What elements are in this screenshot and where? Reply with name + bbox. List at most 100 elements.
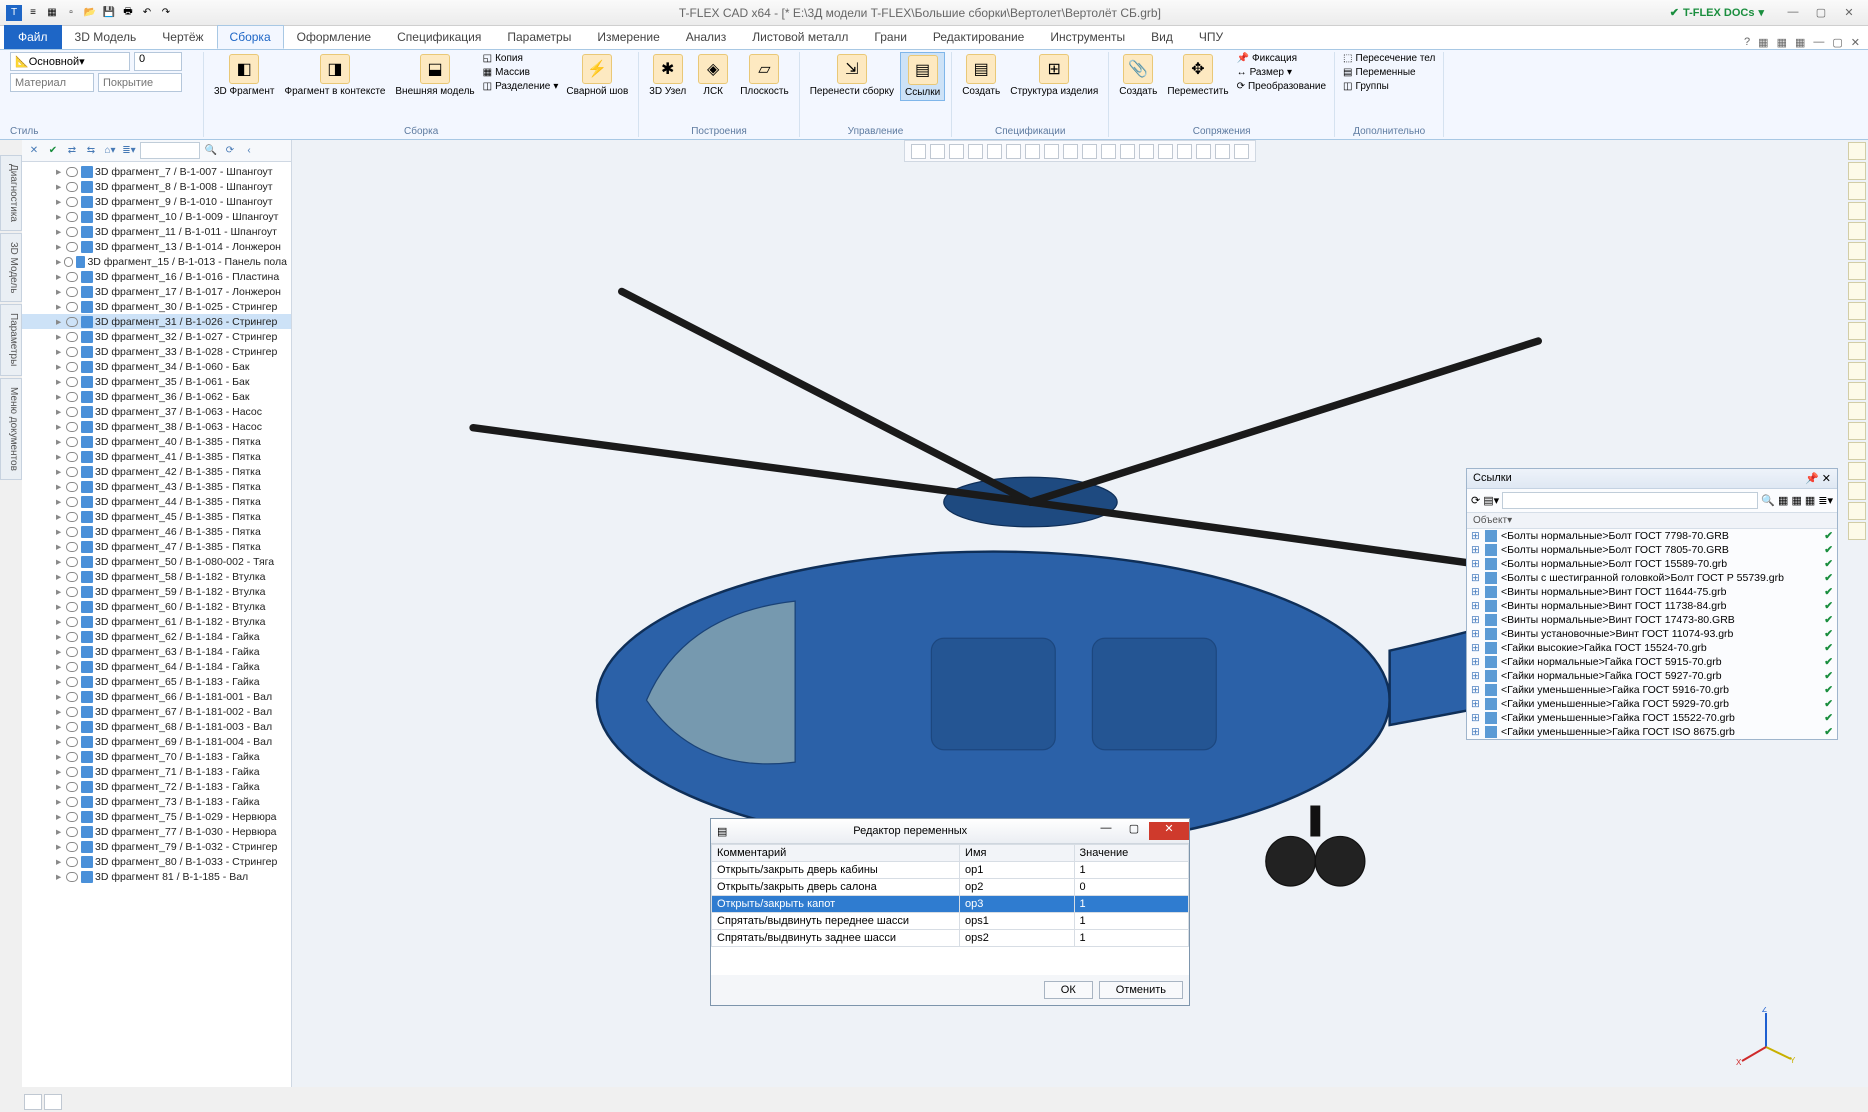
rt-ic-6[interactable] xyxy=(1848,242,1866,260)
qat-save-icon[interactable]: 💾 xyxy=(101,5,117,21)
var-cell-name[interactable]: op3 xyxy=(960,896,1074,913)
var-cell-value[interactable]: 1 xyxy=(1074,930,1189,947)
visibility-icon[interactable] xyxy=(66,692,78,702)
var-cell-comment[interactable]: Открыть/закрыть дверь кабины xyxy=(712,862,960,879)
var-row[interactable]: Открыть/закрыть дверь кабиныop11 xyxy=(712,862,1189,879)
visibility-icon[interactable] xyxy=(66,227,78,237)
tree-row[interactable]: ▸3D фрагмент_36 / B-1-062 - Бак xyxy=(22,389,291,404)
visibility-icon[interactable] xyxy=(66,197,78,207)
visibility-icon[interactable] xyxy=(66,752,78,762)
tree-row[interactable]: ▸3D фрагмент_34 / B-1-060 - Бак xyxy=(22,359,291,374)
tree-row[interactable]: ▸3D фрагмент_17 / B-1-017 - Лонжерон xyxy=(22,284,291,299)
visibility-icon[interactable] xyxy=(66,407,78,417)
tree-row[interactable]: ▸3D фрагмент_47 / B-1-385 - Пятка xyxy=(22,539,291,554)
maximize-button[interactable]: ▢ xyxy=(1810,6,1832,19)
btn-3d-node[interactable]: ✱3D Узел xyxy=(645,52,690,99)
btn-struct[interactable]: ⊞Структура изделия xyxy=(1006,52,1102,99)
tree-expand-icon[interactable]: ⇄ xyxy=(64,143,80,159)
visibility-icon[interactable] xyxy=(66,647,78,657)
vp-ic-12[interactable] xyxy=(1120,144,1135,159)
rt-ic-10[interactable] xyxy=(1848,322,1866,340)
ribbon-opt2-icon[interactable]: ▦ xyxy=(1777,36,1787,49)
tree-list-icon[interactable]: ≣▾ xyxy=(121,143,137,159)
rt-ic-5[interactable] xyxy=(1848,222,1866,240)
btn-vars[interactable]: ▤ Переменные xyxy=(1341,66,1437,79)
tree-row[interactable]: ▸3D фрагмент_61 / B-1-182 - Втулка xyxy=(22,614,291,629)
btn-weld[interactable]: ⚡Сварной шов xyxy=(562,52,632,99)
visibility-icon[interactable] xyxy=(66,452,78,462)
tree-row[interactable]: ▸3D фрагмент_70 / B-1-183 - Гайка xyxy=(22,749,291,764)
style-combo[interactable]: 📐 Основной ▾ xyxy=(10,52,130,71)
links-search-icon[interactable]: 🔍 xyxy=(1761,494,1775,507)
links-row[interactable]: ⊞<Гайки уменьшенные>Гайка ГОСТ ISO 8675.… xyxy=(1467,725,1837,739)
btn-move-asm[interactable]: ⇲Перенести сборку xyxy=(806,52,898,99)
links-list[interactable]: ⊞<Болты нормальные>Болт ГОСТ 7798-70.GRB… xyxy=(1467,529,1837,739)
vp-ic-10[interactable] xyxy=(1082,144,1097,159)
status-tab-2[interactable] xyxy=(44,1094,62,1110)
btn-lsk[interactable]: ◈ЛСК xyxy=(692,52,734,99)
btn-ctx-fragment[interactable]: ◨Фрагмент в контексте xyxy=(280,52,389,99)
close-button[interactable]: ✕ xyxy=(1838,6,1860,19)
var-col-comment[interactable]: Комментарий xyxy=(712,845,960,862)
vp-ic-4[interactable] xyxy=(968,144,983,159)
var-row[interactable]: Спрятать/выдвинуть переднее шассиops11 xyxy=(712,913,1189,930)
tree-row[interactable]: ▸3D фрагмент_33 / B-1-028 - Стрингер xyxy=(22,344,291,359)
links-row[interactable]: ⊞<Гайки нормальные>Гайка ГОСТ 5927-70.gr… xyxy=(1467,669,1837,683)
rt-ic-8[interactable] xyxy=(1848,282,1866,300)
visibility-icon[interactable] xyxy=(66,287,78,297)
visibility-icon[interactable] xyxy=(66,767,78,777)
tree-row[interactable]: ▸3D фрагмент_75 / B-1-029 - Нервюра xyxy=(22,809,291,824)
tree-row[interactable]: ▸3D фрагмент_64 / B-1-184 - Гайка xyxy=(22,659,291,674)
coating-input[interactable] xyxy=(98,73,182,92)
tree-check-icon[interactable]: ✔ xyxy=(45,143,61,159)
inner-max-icon[interactable]: ▢ xyxy=(1832,36,1842,49)
tree-row[interactable]: ▸3D фрагмент_50 / B-1-080-002 - Тяга xyxy=(22,554,291,569)
tree-row[interactable]: ▸3D фрагмент_59 / B-1-182 - Втулка xyxy=(22,584,291,599)
tab-cnc[interactable]: ЧПУ xyxy=(1186,25,1236,49)
tree-row[interactable]: ▸3D фрагмент_79 / B-1-032 - Стрингер xyxy=(22,839,291,854)
tree-row[interactable]: ▸3D фрагмент_9 / B-1-010 - Шпангоут xyxy=(22,194,291,209)
visibility-icon[interactable] xyxy=(66,272,78,282)
var-cell-value[interactable]: 1 xyxy=(1074,862,1189,879)
links-search-input[interactable] xyxy=(1502,492,1758,509)
var-cell-comment[interactable]: Открыть/закрыть дверь салона xyxy=(712,879,960,896)
var-cell-value[interactable]: 0 xyxy=(1074,879,1189,896)
vp-ic-9[interactable] xyxy=(1063,144,1078,159)
tab-params[interactable]: Параметры xyxy=(494,25,584,49)
qat-print-icon[interactable]: 🖶 xyxy=(120,5,136,21)
tree-row[interactable]: ▸3D фрагмент_69 / B-1-181-004 - Вал xyxy=(22,734,291,749)
visibility-icon[interactable] xyxy=(64,257,73,267)
vp-ic-13[interactable] xyxy=(1139,144,1154,159)
visibility-icon[interactable] xyxy=(66,872,78,882)
tab-sheet[interactable]: Листовой металл xyxy=(739,25,861,49)
tree-row[interactable]: ▸3D фрагмент_77 / B-1-030 - Нервюра xyxy=(22,824,291,839)
var-col-value[interactable]: Значение xyxy=(1074,845,1189,862)
btn-copy[interactable]: ◱ Копия xyxy=(481,52,561,65)
var-dialog-min[interactable]: — xyxy=(1093,822,1119,840)
btn-transform[interactable]: ⟳ Преобразование xyxy=(1235,80,1328,93)
visibility-icon[interactable] xyxy=(66,797,78,807)
status-tab-1[interactable] xyxy=(24,1094,42,1110)
links-f2-icon[interactable]: ▦ xyxy=(1791,494,1801,507)
tab-view[interactable]: Вид xyxy=(1138,25,1186,49)
links-row[interactable]: ⊞<Болты нормальные>Болт ГОСТ 7805-70.GRB… xyxy=(1467,543,1837,557)
rt-ic-12[interactable] xyxy=(1848,362,1866,380)
links-row[interactable]: ⊞<Болты нормальные>Болт ГОСТ 15589-70.gr… xyxy=(1467,557,1837,571)
links-pin-icon[interactable]: 📌 xyxy=(1805,473,1819,485)
tree-row[interactable]: ▸3D фрагмент_80 / B-1-033 - Стрингер xyxy=(22,854,291,869)
visibility-icon[interactable] xyxy=(66,242,78,252)
vtab-3dmodel[interactable]: 3D Модель xyxy=(0,233,22,302)
var-dialog-close[interactable]: ✕ xyxy=(1149,822,1189,840)
visibility-icon[interactable] xyxy=(66,527,78,537)
visibility-icon[interactable] xyxy=(66,422,78,432)
var-cell-value[interactable]: 1 xyxy=(1074,913,1189,930)
var-row[interactable]: Спрятать/выдвинуть заднее шассиops21 xyxy=(712,930,1189,947)
tree-row[interactable]: ▸3D фрагмент 81 / B-1-185 - Вал xyxy=(22,869,291,884)
ribbon-opt3-icon[interactable]: ▦ xyxy=(1795,36,1805,49)
file-tab[interactable]: Файл xyxy=(4,25,62,49)
links-row[interactable]: ⊞<Винты нормальные>Винт ГОСТ 17473-80.GR… xyxy=(1467,613,1837,627)
tree-row[interactable]: ▸3D фрагмент_16 / B-1-016 - Пластина xyxy=(22,269,291,284)
visibility-icon[interactable] xyxy=(66,812,78,822)
tree-row[interactable]: ▸3D фрагмент_41 / B-1-385 - Пятка xyxy=(22,449,291,464)
qat-undo-icon[interactable]: ↶ xyxy=(139,5,155,21)
